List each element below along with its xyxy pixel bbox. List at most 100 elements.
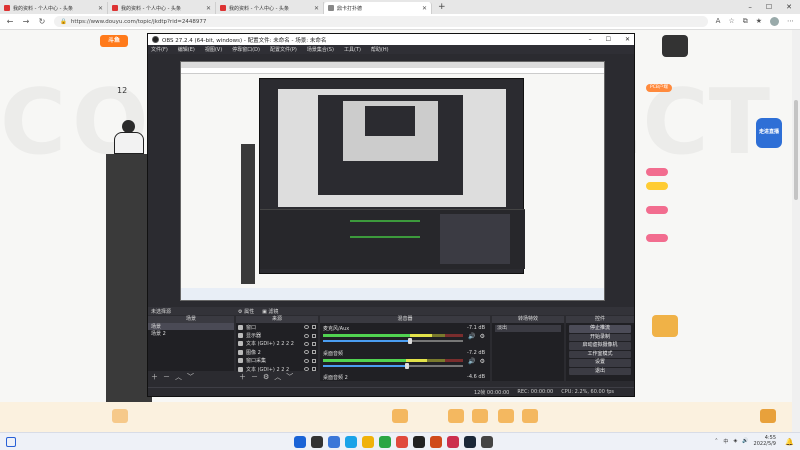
properties-button[interactable]: ⚙ 属性 xyxy=(238,308,254,315)
visibility-eye-icon[interactable] xyxy=(304,325,309,330)
app-icon[interactable] xyxy=(447,436,459,448)
browser-tab[interactable]: 我的资料 - 个人中心 - 头条 ✕ xyxy=(216,2,324,14)
lock-icon[interactable] xyxy=(312,333,316,338)
promo-badge[interactable]: 走进直播 xyxy=(756,118,782,148)
clock[interactable]: 4:55 2022/5/9 xyxy=(754,435,776,447)
lock-icon[interactable] xyxy=(312,341,316,346)
gift-icon[interactable] xyxy=(498,409,514,423)
chevron-up-icon[interactable]: ⌃ xyxy=(714,438,718,444)
menu-edit[interactable]: 编辑(E) xyxy=(178,46,195,53)
visibility-eye-icon[interactable] xyxy=(304,333,309,338)
gear-icon[interactable]: ⚙ xyxy=(480,333,485,340)
menu-scene-collection[interactable]: 场景集合(S) xyxy=(307,46,334,53)
search-icon[interactable] xyxy=(311,436,323,448)
lock-icon[interactable] xyxy=(312,358,316,363)
pc-client-button[interactable]: PCB户端 xyxy=(646,84,672,92)
widgets-icon[interactable] xyxy=(6,437,16,447)
obs-icon[interactable] xyxy=(430,436,442,448)
maximize-button[interactable]: ☐ xyxy=(766,3,772,11)
remove-source-button[interactable]: － xyxy=(251,372,258,382)
studio-mode-button[interactable]: 工作室模式 xyxy=(569,350,631,358)
close-tab-icon[interactable]: ✕ xyxy=(314,5,319,12)
collections-icon[interactable]: ⧉ xyxy=(743,17,748,26)
close-window-button[interactable]: ✕ xyxy=(786,3,792,11)
input-method-indicator[interactable]: 中 xyxy=(723,438,728,445)
scene-item[interactable]: 场景 2 xyxy=(148,330,234,337)
network-icon[interactable]: ◈ xyxy=(733,438,737,444)
source-item[interactable]: 图像 2 xyxy=(236,348,318,356)
scene-item[interactable]: 场景 xyxy=(148,323,234,330)
minimize-button[interactable]: – xyxy=(748,3,752,11)
sidebar-link[interactable] xyxy=(646,168,668,176)
volume-slider[interactable] xyxy=(323,338,463,344)
stop-streaming-button[interactable]: 停止推流 xyxy=(569,325,631,333)
source-settings-icon[interactable]: ⚙ xyxy=(263,373,269,381)
exit-button[interactable]: 退出 xyxy=(569,367,631,375)
gift-box-icon[interactable] xyxy=(652,315,678,337)
transition-select[interactable]: 淡出 xyxy=(495,325,561,332)
menu-help[interactable]: 帮助(H) xyxy=(371,46,389,53)
sidebar-link[interactable] xyxy=(646,234,668,242)
visibility-eye-icon[interactable] xyxy=(304,341,309,346)
task-view-icon[interactable] xyxy=(328,436,340,448)
menu-file[interactable]: 文件(F) xyxy=(151,46,168,53)
remove-scene-button[interactable]: － xyxy=(163,372,170,382)
edge-icon[interactable] xyxy=(345,436,357,448)
menu-view[interactable]: 视图(V) xyxy=(205,46,222,53)
speaker-icon[interactable]: 🔊 xyxy=(468,358,475,365)
favorite-star-icon[interactable]: ☆ xyxy=(728,17,734,26)
live-badge-icon[interactable] xyxy=(760,409,776,423)
gift-icon[interactable] xyxy=(448,409,464,423)
notification-icon[interactable]: 🔔 xyxy=(785,438,794,446)
volume-icon[interactable]: 🔊 xyxy=(742,438,748,444)
page-scrollbar[interactable] xyxy=(792,30,800,432)
lock-icon[interactable] xyxy=(312,350,316,355)
obs-minimize-button[interactable]: – xyxy=(589,36,592,43)
visibility-eye-icon[interactable] xyxy=(304,358,309,363)
browser-tab[interactable]: 我的资料 - 个人中心 - 头条 ✕ xyxy=(108,2,216,14)
speaker-icon[interactable]: 🔊 xyxy=(468,333,475,340)
favorites-icon[interactable]: ★ xyxy=(756,17,762,26)
gift-icon[interactable] xyxy=(112,409,128,423)
menu-tools[interactable]: 工具(T) xyxy=(344,46,361,53)
visibility-eye-icon[interactable] xyxy=(304,350,309,355)
more-menu-icon[interactable]: ⋯ xyxy=(787,17,794,26)
move-up-icon[interactable]: ︿ xyxy=(175,372,182,382)
app-icon[interactable] xyxy=(413,436,425,448)
source-item[interactable]: 显示器 xyxy=(236,331,318,339)
gift-icon[interactable] xyxy=(472,409,488,423)
app-icon[interactable] xyxy=(481,436,493,448)
start-recording-button[interactable]: 开始录制 xyxy=(569,333,631,341)
filters-button[interactable]: ▣ 滤镜 xyxy=(262,308,278,315)
source-item[interactable]: 窗口采集 xyxy=(236,357,318,365)
read-aloud-icon[interactable]: A xyxy=(716,17,721,26)
browser-tab[interactable]: 我的资料 - 个人中心 - 头条 ✕ xyxy=(0,2,108,14)
store-icon[interactable] xyxy=(396,436,408,448)
gear-icon[interactable]: ⚙ xyxy=(480,358,485,365)
chrome-icon[interactable] xyxy=(379,436,391,448)
lock-icon[interactable] xyxy=(312,325,316,330)
move-up-icon[interactable]: ︿ xyxy=(274,372,281,382)
lock-icon[interactable] xyxy=(312,367,316,372)
sidebar-link[interactable] xyxy=(646,206,668,214)
move-down-icon[interactable]: ﹀ xyxy=(286,372,293,382)
source-item[interactable]: 文本 (GDI+) 2 2 2 2 xyxy=(236,340,318,348)
windows-start-icon[interactable] xyxy=(294,436,306,448)
obs-preview[interactable] xyxy=(180,61,605,301)
obs-close-button[interactable]: ✕ xyxy=(625,36,630,43)
back-button[interactable]: ← xyxy=(6,17,14,26)
start-virtual-camera-button[interactable]: 启动虚拟摄像机 xyxy=(569,342,631,350)
add-source-button[interactable]: ＋ xyxy=(239,372,246,382)
menu-docks[interactable]: 停靠窗口(D) xyxy=(232,46,260,53)
obs-maximize-button[interactable]: ☐ xyxy=(606,36,611,43)
menu-profile[interactable]: 配置文件(P) xyxy=(270,46,297,53)
visibility-eye-icon[interactable] xyxy=(304,367,309,372)
refresh-button[interactable]: ↻ xyxy=(38,17,46,26)
forward-button[interactable]: → xyxy=(22,17,30,26)
add-scene-button[interactable]: ＋ xyxy=(151,372,158,382)
gift-icon[interactable] xyxy=(392,409,408,423)
profile-avatar[interactable] xyxy=(770,17,779,26)
close-tab-icon[interactable]: ✕ xyxy=(206,5,211,12)
file-explorer-icon[interactable] xyxy=(362,436,374,448)
source-item[interactable]: 窗口 xyxy=(236,323,318,331)
